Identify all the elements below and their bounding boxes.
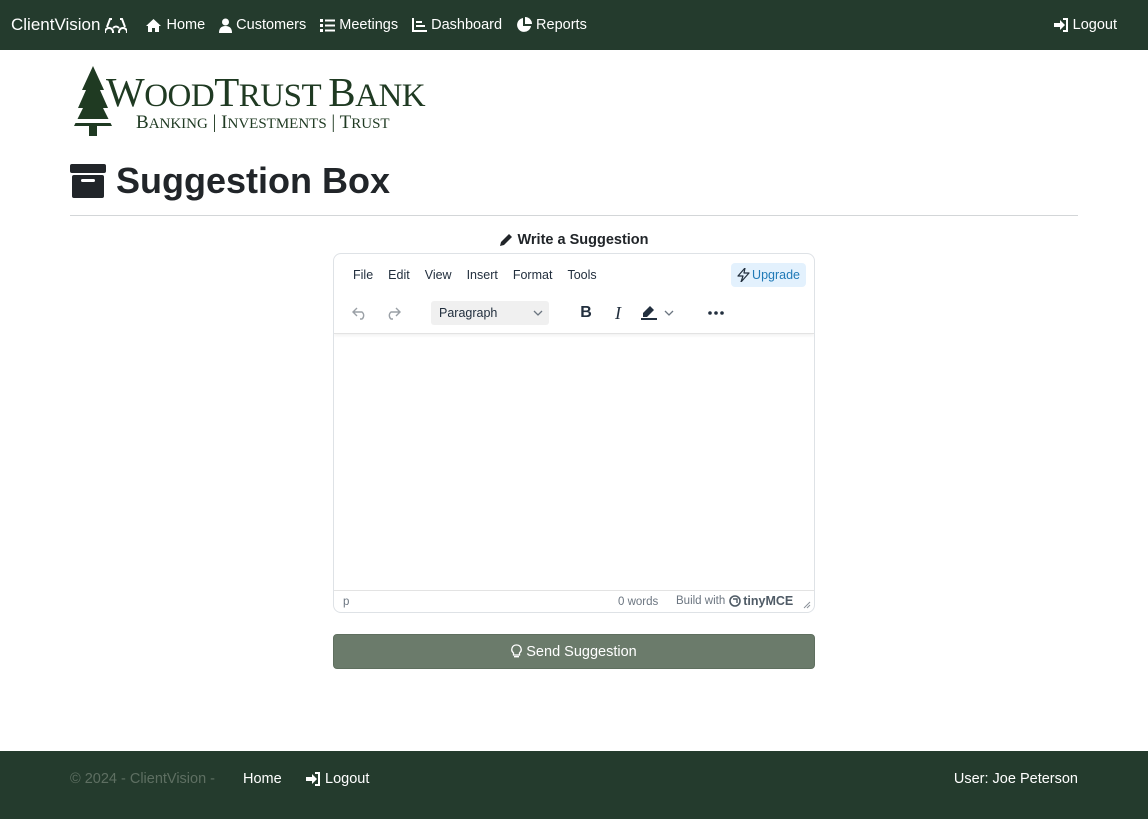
menu-format[interactable]: Format [513,268,553,282]
pencil-icon [499,233,513,247]
archive-icon [70,164,106,198]
menu-tools[interactable]: Tools [567,268,596,282]
brand[interactable]: ClientVision [11,15,128,35]
nav-logout[interactable]: Logout [1053,0,1117,50]
block-format-value: Paragraph [439,306,498,320]
copyright: © 2024 - ClientVision - [70,771,216,787]
current-user: User: Joe Peterson [953,771,1078,787]
word-count[interactable]: 0 words [618,596,658,608]
menu-file[interactable]: File [353,268,373,282]
top-navbar: ClientVision Home Customers Meetings Das… [0,0,1148,50]
write-suggestion-text: Write a Suggestion [517,232,649,248]
nav-reports[interactable]: Reports [516,17,587,33]
list-icon [320,18,336,32]
editor-content-area[interactable] [334,334,814,590]
undo-button[interactable] [348,301,372,325]
logo-title: WOODTRUST BANK [106,69,426,115]
tinymce-branding[interactable]: Build with tinyMCE [676,594,793,608]
nav-dashboard[interactable]: Dashboard [412,17,502,33]
menu-view[interactable]: View [425,268,452,282]
chevron-down-icon [533,310,543,316]
person-icon [219,18,233,33]
upgrade-label: Upgrade [752,268,800,282]
glasses-icon [105,17,128,33]
logout-icon [1053,18,1069,32]
nav-logout-label: Logout [1072,17,1117,33]
nav-dashboard-label: Dashboard [431,17,503,33]
menu-insert[interactable]: Insert [467,268,498,282]
nav-meetings-label: Meetings [339,17,399,33]
bold-icon: B [580,304,592,321]
nav-reports-label: Reports [536,17,587,33]
tinymce-logo-icon [729,595,742,607]
logo-subtitle: BANKING | INVESTMENTS | TRUST [136,112,390,133]
nav-customers-label: Customers [236,17,307,33]
send-suggestion-label: Send Suggestion [526,643,637,660]
send-suggestion-button[interactable]: Send Suggestion [333,634,815,669]
bold-button[interactable]: B [574,301,598,325]
highlight-dropdown[interactable] [661,301,677,325]
footer: © 2024 - ClientVision - Home Logout User… [0,751,1148,819]
undo-icon [352,306,368,320]
lightning-icon [737,268,750,282]
editor-toolbar: Paragraph B I [334,296,814,334]
rich-text-editor: File Edit View Insert Format Tools Upgra… [333,253,815,613]
logout-icon [306,772,321,786]
highlight-button[interactable] [637,301,661,325]
more-button[interactable] [704,301,728,325]
element-path[interactable]: p [343,596,349,608]
more-icon [708,311,724,315]
page-heading: Suggestion Box [70,160,390,202]
footer-logout-label: Logout [325,771,370,787]
nav-home[interactable]: Home [145,17,205,33]
footer-home-label: Home [243,771,282,787]
resize-handle-icon[interactable] [803,601,811,609]
chart-icon [412,18,428,32]
page-title: Suggestion Box [116,160,391,201]
nav-home-label: Home [166,17,206,33]
italic-icon: I [615,302,621,323]
tinymce-brand-name: tinyMCE [743,594,794,608]
redo-icon [385,306,401,320]
italic-button[interactable]: I [606,301,630,325]
brand-name: ClientVision [11,15,101,34]
chevron-down-icon [664,310,674,316]
write-suggestion-label: Write a Suggestion [333,232,815,248]
lightbulb-icon [511,644,523,659]
nav-links: Home Customers Meetings Dashboard Report… [145,17,600,33]
woodtrust-logo: WOODTRUST BANK BANKING | INVESTMENTS | T… [70,66,440,138]
home-icon [145,18,162,33]
upgrade-button[interactable]: Upgrade [731,263,806,287]
nav-customers[interactable]: Customers [219,17,306,33]
block-format-select[interactable]: Paragraph [431,301,549,325]
menu-edit[interactable]: Edit [388,268,410,282]
footer-home-link[interactable]: Home [243,771,282,787]
nav-meetings[interactable]: Meetings [320,17,398,33]
build-with-text: Build with [676,595,726,607]
footer-logout-link[interactable]: Logout [306,771,369,787]
editor-menubar: File Edit View Insert Format Tools Upgra… [334,254,814,296]
highlighter-icon [640,305,658,321]
redo-button[interactable] [381,301,405,325]
pie-chart-icon [516,17,533,33]
editor-statusbar: p 0 words Build with tinyMCE [334,590,814,612]
divider [70,215,1078,216]
